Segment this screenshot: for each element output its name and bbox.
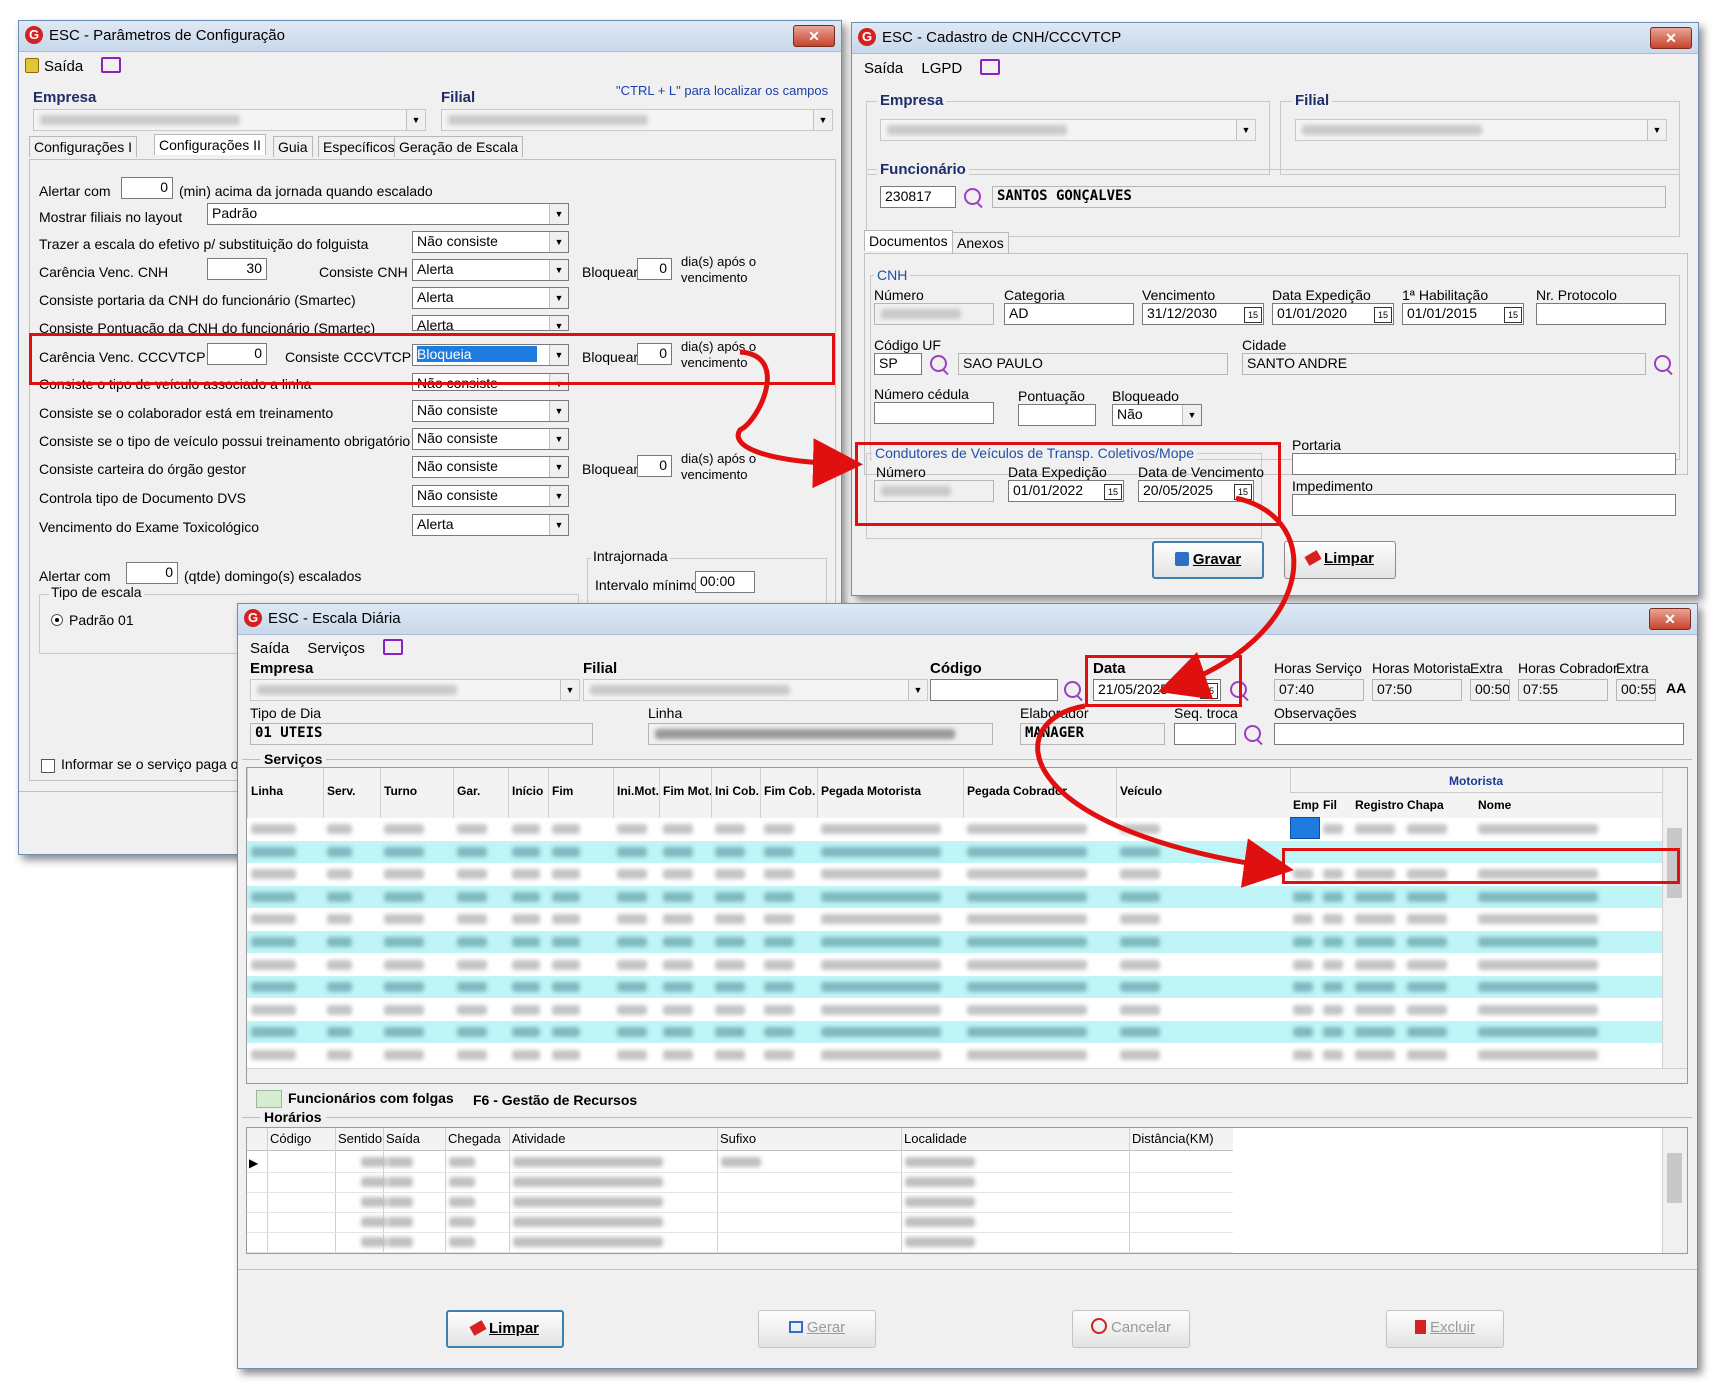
arrow-data-to-motorista bbox=[1035, 703, 1294, 888]
tab-configuracoes-2[interactable]: Configurações II bbox=[154, 134, 266, 155]
annotation-arrows bbox=[735, 349, 1297, 888]
arrow-config-to-cnh bbox=[735, 349, 863, 489]
tab-documentos[interactable]: Documentos bbox=[864, 230, 953, 251]
arrow-cnh-to-data bbox=[1157, 495, 1297, 700]
